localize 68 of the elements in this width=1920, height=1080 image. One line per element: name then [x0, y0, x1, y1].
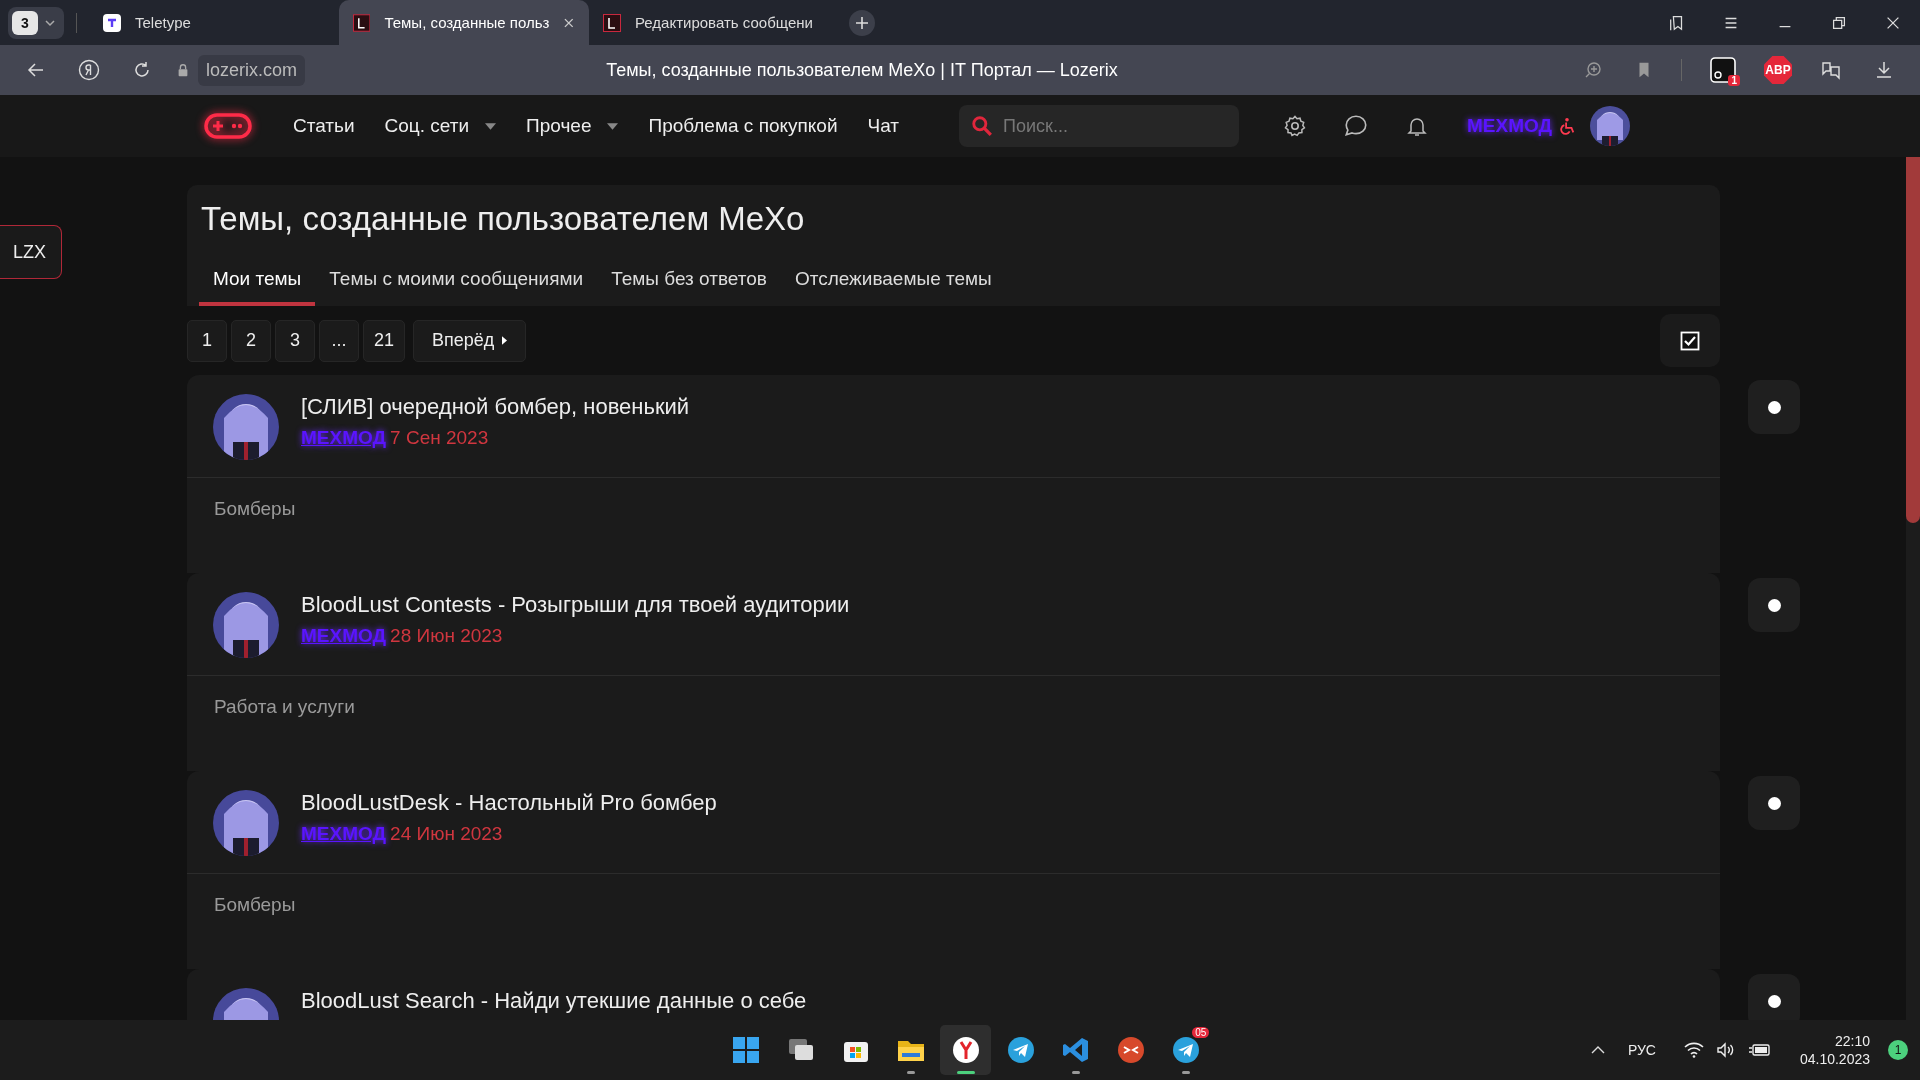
volume-icon[interactable]: [1715, 1042, 1736, 1058]
side-tab[interactable]: LZX: [0, 225, 62, 279]
caret-icon: [502, 336, 508, 345]
wheelchair-icon: [1558, 117, 1577, 135]
clock-time[interactable]: 22:10: [1834, 1032, 1870, 1050]
wifi-icon[interactable]: [1683, 1042, 1704, 1058]
battery-icon[interactable]: [1747, 1042, 1772, 1058]
tab-group-button[interactable]: 3: [8, 6, 64, 39]
teletype-icon: [103, 13, 121, 32]
notification-badge[interactable]: 1: [1888, 1040, 1908, 1060]
nav-link[interactable]: Статьи: [293, 115, 355, 137]
lock-icon: [176, 63, 190, 77]
page-button[interactable]: ...: [319, 319, 359, 362]
browser-tab[interactable]: Teletype: [89, 0, 339, 45]
next-button[interactable]: Вперёд: [413, 319, 527, 362]
adblock-button[interactable]: ABP: [1764, 56, 1792, 84]
zoom-icon[interactable]: [1583, 60, 1603, 80]
address-field[interactable]: lozerix.com: [198, 54, 306, 86]
topic-date: 7 Сен 2023: [390, 427, 489, 449]
search-input[interactable]: Поиск...: [1003, 107, 1228, 145]
reload-icon[interactable]: [132, 60, 152, 80]
dot-button[interactable]: [1748, 380, 1800, 434]
nav-link[interactable]: Проблема с покупкой: [648, 115, 838, 137]
category-link[interactable]: Бомберы: [214, 894, 296, 915]
category-link[interactable]: Бомберы: [214, 498, 296, 519]
filter-tab[interactable]: Темы с моими сообщениями: [315, 260, 598, 306]
translate-icon[interactable]: [1820, 59, 1842, 81]
page-button[interactable]: 1: [187, 319, 227, 362]
page-button[interactable]: 2: [231, 319, 271, 362]
page-heading: Темы, созданные пользователем MeXo: [200, 199, 806, 239]
browser-tab[interactable]: Темы, созданные польз: [339, 0, 589, 45]
topic-title-link[interactable]: BloodLustDesk - Настольный Pro бомбер: [301, 790, 717, 815]
download-icon[interactable]: [1874, 60, 1894, 80]
clock-date[interactable]: 04.10.2023: [1799, 1050, 1870, 1068]
search-icon: [971, 115, 994, 137]
category-link[interactable]: Работа и услуги: [214, 696, 355, 717]
filter-tab[interactable]: Отслеживаемые темы: [780, 260, 1006, 306]
nav-link[interactable]: Чат: [867, 115, 900, 137]
dot-button[interactable]: [1748, 776, 1800, 830]
site-icon: [603, 13, 621, 32]
nav-link[interactable]: Прочее: [526, 115, 619, 137]
topic-title-link[interactable]: BloodLust Contests - Розыгрыши для твоей аудитории: [301, 592, 850, 617]
page-button[interactable]: 21: [363, 319, 406, 362]
language-indicator[interactable]: РУС: [1627, 1042, 1656, 1058]
dot-button[interactable]: [1748, 578, 1800, 632]
new-tab-icon[interactable]: [849, 9, 875, 36]
caret-icon[interactable]: [607, 122, 619, 130]
checkbox[interactable]: [1680, 330, 1700, 351]
topic-title-link[interactable]: [СЛИВ] очередной бомбер, новенький: [301, 394, 690, 419]
browser-logo-icon[interactable]: [940, 1025, 992, 1075]
nav-link[interactable]: Соц. сети: [384, 115, 497, 137]
settings-icon[interactable]: [1283, 114, 1308, 138]
gamepad-logo[interactable]: [203, 111, 253, 141]
page-button[interactable]: 3: [275, 319, 315, 362]
page-title: Темы, созданные пользователем MeXo | IT Портал — Lozerix: [605, 59, 1119, 81]
search-field[interactable]: Поиск...: [959, 105, 1240, 147]
scrollbar-thumb[interactable]: [1906, 157, 1920, 523]
select-button[interactable]: [1660, 314, 1720, 367]
topic-date: 28 Июн 2023: [390, 625, 503, 647]
browser-tab[interactable]: Редактировать сообщени: [589, 0, 839, 45]
caret-icon[interactable]: [485, 122, 497, 130]
topic-title-link[interactable]: BloodLust Search - Найди утекшие данные о себе: [301, 988, 807, 1013]
site-icon: [353, 13, 371, 32]
close-icon[interactable]: [563, 16, 575, 29]
filter-tab[interactable]: Мои темы: [199, 260, 316, 306]
filter-tab[interactable]: Темы без ответов: [597, 260, 781, 306]
dot-button[interactable]: [1748, 974, 1800, 1020]
topic-date: 24 Июн 2023: [390, 823, 503, 845]
